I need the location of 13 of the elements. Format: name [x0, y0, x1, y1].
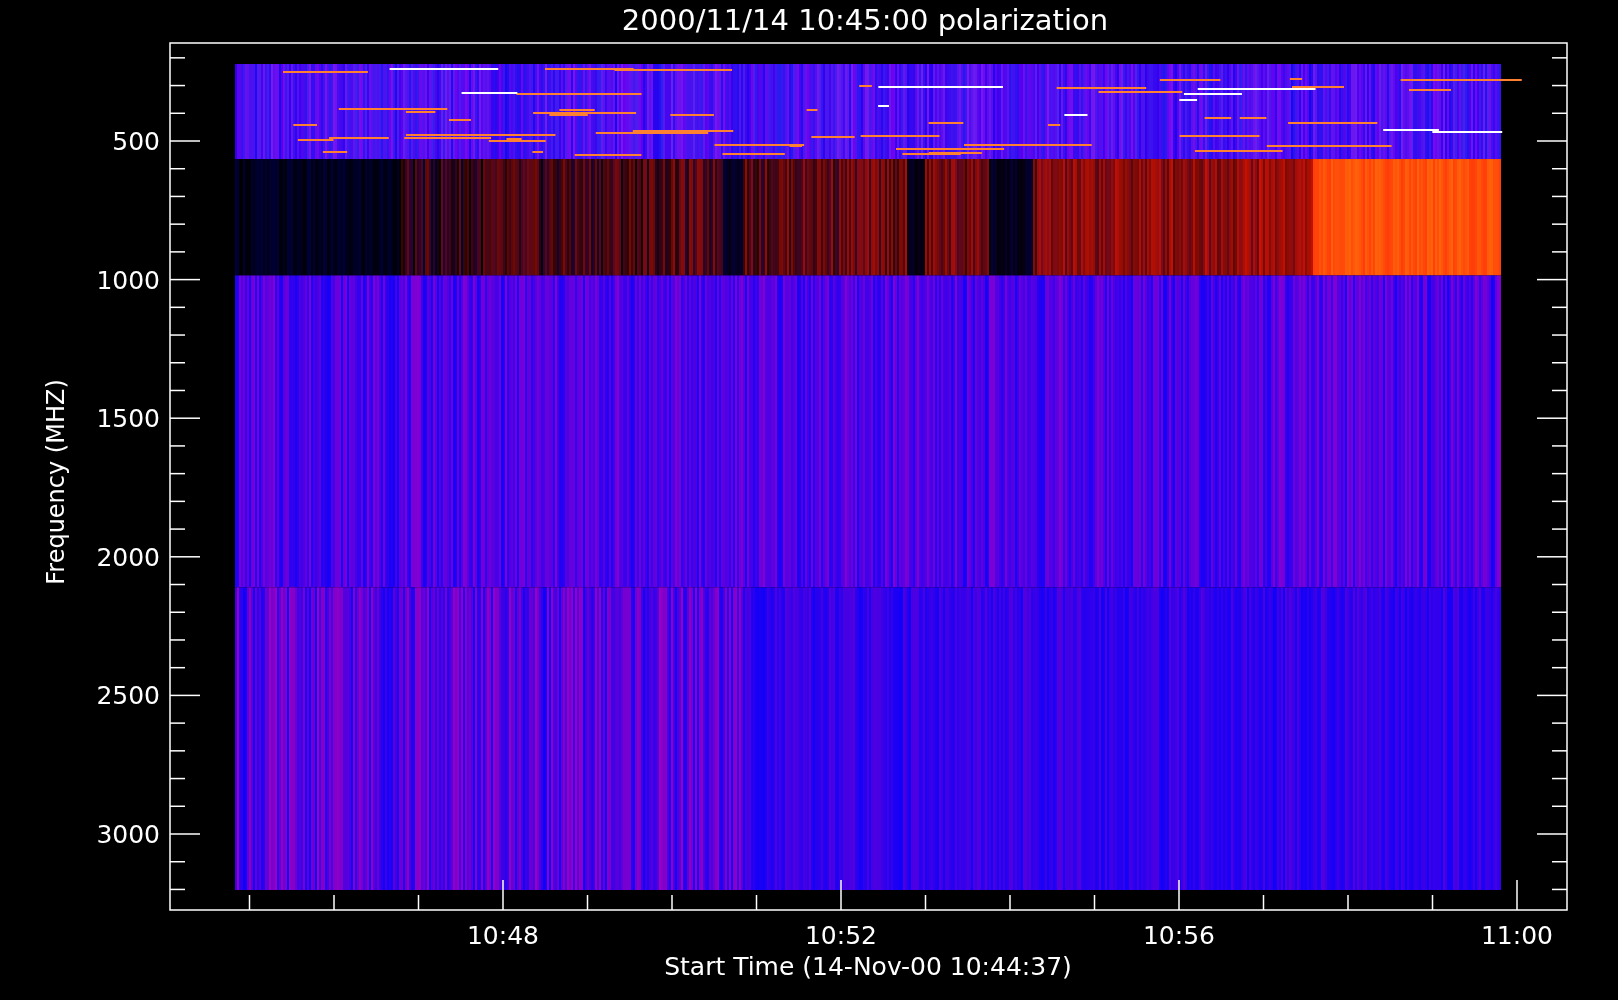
tick-label: 500 [112, 127, 160, 156]
tick-label: 11:00 [1481, 921, 1553, 950]
tick-label: 2000 [96, 542, 160, 572]
plot-title: 2000/11/14 10:45:00 polarization [621, 3, 1109, 37]
tick-label: 10:52 [805, 921, 877, 950]
tick-label: 2500 [96, 681, 160, 711]
tick-label: 3000 [96, 820, 160, 849]
tick-label: 10:48 [467, 921, 539, 950]
tick-label: 1500 [96, 404, 160, 434]
axis-label: Start Time (14-Nov-00 10:44:37) [664, 952, 1072, 981]
tick-label: 1000 [96, 265, 160, 295]
axis-label: Frequency (MHZ) [42, 379, 70, 585]
tick-label: 10:56 [1143, 921, 1215, 950]
